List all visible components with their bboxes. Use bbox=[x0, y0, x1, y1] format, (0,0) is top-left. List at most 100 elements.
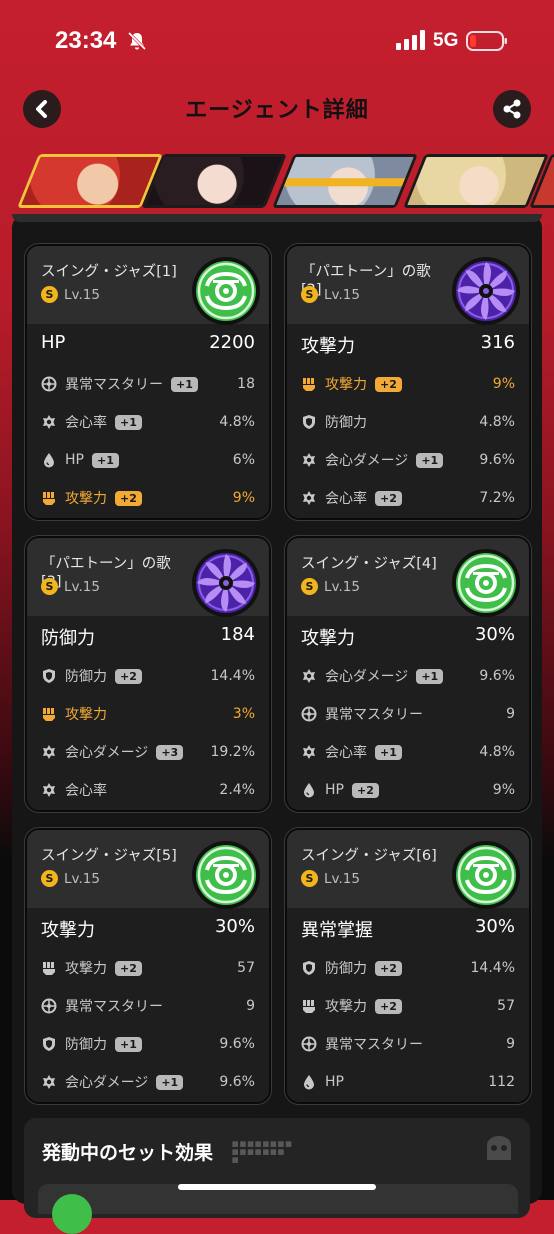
substat-row: 攻撃力 +2 9% bbox=[41, 486, 255, 510]
crit-icon bbox=[41, 414, 57, 430]
substat-roll-badge: +1 bbox=[416, 668, 444, 684]
substat-value: 9 bbox=[506, 1036, 515, 1052]
agent-avatar-2[interactable] bbox=[141, 154, 287, 208]
main-stat-value: 2200 bbox=[209, 332, 255, 353]
substat-row: 防御力 4.8% bbox=[301, 410, 515, 434]
disc-name: スイング・ジャズ[4] bbox=[301, 556, 437, 572]
substat-label: 防御力 bbox=[65, 1037, 107, 1053]
main-stat-label: 攻撃力 bbox=[41, 920, 95, 941]
atk-icon bbox=[41, 960, 57, 976]
substat-value: 4.8% bbox=[219, 414, 255, 430]
network-label: 5G bbox=[433, 30, 459, 51]
substat-roll-badge: +2 bbox=[375, 376, 402, 392]
main-stat-value: 30% bbox=[214, 916, 255, 937]
main-stat: 攻撃力 30% bbox=[301, 624, 515, 650]
anomaly-icon bbox=[41, 376, 57, 392]
main-stat-value: 30% bbox=[474, 624, 515, 645]
substat-roll-badge: +1 bbox=[416, 452, 444, 468]
hp-icon bbox=[41, 452, 57, 468]
disc-card-5[interactable]: スイング・ジャズ[5] S Lv.15 攻撃力 30% 攻撃力 +2 57 異常マスタリー 9 防御… bbox=[24, 827, 272, 1105]
substat-value: 6% bbox=[232, 452, 255, 468]
main-stat: 防御力 184 bbox=[41, 624, 255, 650]
substat-label: 攻撃力 bbox=[325, 377, 367, 393]
disc-card-1[interactable]: スイング・ジャズ[1] S Lv.15 HP 2200 異常マスタリー +1 18 会心率 +1 4… bbox=[24, 243, 272, 521]
main-stat-value: 184 bbox=[220, 624, 255, 645]
substat-label: 防御力 bbox=[65, 669, 107, 685]
anomaly-icon bbox=[41, 998, 57, 1014]
disc-card-2[interactable]: 「パエトーン」の歌[2]SLv.15攻撃力316攻撃力+29%防御力4.8%会心… bbox=[284, 243, 532, 521]
substat-value: 14.4% bbox=[210, 668, 255, 684]
main-stat: 攻撃力 30% bbox=[41, 916, 255, 942]
disc-name: スイング・ジャズ[5] bbox=[41, 848, 177, 864]
substat-label: 攻撃力 bbox=[65, 491, 107, 507]
swing-jazz-disc-icon bbox=[451, 840, 521, 910]
anomaly-icon bbox=[301, 1036, 317, 1052]
main-stat: 攻撃力 316 bbox=[301, 332, 515, 358]
disc-card-4[interactable]: スイング・ジャズ[4] S Lv.15 攻撃力 30% 会心ダメージ +1 9.6% 異常マスタ… bbox=[284, 535, 532, 813]
disc-card-3[interactable]: 「パエトーン」の歌[3]SLv.15防御力184防御力+214.4%攻撃力3%会… bbox=[24, 535, 272, 813]
rank-s-icon: S bbox=[41, 286, 58, 303]
substat-label: 会心率 bbox=[325, 491, 367, 507]
main-stat-label: 攻撃力 bbox=[301, 628, 355, 649]
substat-roll-badge: +1 bbox=[115, 1036, 142, 1052]
substat-value: 3% bbox=[232, 706, 255, 722]
substat-label: 会心ダメージ bbox=[325, 453, 409, 469]
signal-icon bbox=[396, 30, 425, 50]
substat-value: 9 bbox=[506, 706, 515, 722]
substat-row: 攻撃力 +2 9% bbox=[301, 372, 515, 396]
substat-roll-badge: +1 bbox=[115, 414, 142, 430]
substat-label: 異常マスタリー bbox=[65, 999, 163, 1015]
swing-jazz-disc-icon bbox=[191, 256, 261, 326]
substat-row: 会心率 +1 4.8% bbox=[41, 410, 255, 434]
substat-label: 異常マスタリー bbox=[325, 707, 423, 723]
main-stat: 異常掌握 30% bbox=[301, 916, 515, 942]
substat-row: HP +1 6% bbox=[41, 448, 255, 472]
agent-avatar-3[interactable] bbox=[272, 154, 418, 208]
substat-label: 会心ダメージ bbox=[65, 1075, 149, 1091]
substat-label: 攻撃力 bbox=[65, 707, 107, 723]
atk-icon bbox=[41, 706, 57, 722]
substat-label: 会心ダメージ bbox=[325, 669, 409, 685]
substat-row: HP 112 bbox=[301, 1070, 515, 1094]
substat-label: HP bbox=[65, 452, 84, 468]
substat-value: 57 bbox=[237, 960, 255, 976]
substat-value: 2.4% bbox=[219, 782, 255, 798]
substat-value: 9.6% bbox=[219, 1074, 255, 1090]
hp-icon bbox=[301, 782, 317, 798]
crit-icon bbox=[301, 744, 317, 760]
substat-value: 7.2% bbox=[479, 490, 515, 506]
substat-label: 攻撃力 bbox=[65, 961, 107, 977]
substat-value: 9.6% bbox=[479, 452, 515, 468]
substat-row: 会心ダメージ +3 19.2% bbox=[41, 740, 255, 764]
disc-level: S Lv.15 bbox=[301, 870, 360, 887]
substat-value: 112 bbox=[488, 1074, 515, 1090]
phaethon-disc-icon bbox=[451, 256, 521, 326]
def-icon bbox=[301, 414, 317, 430]
substat-row: 防御力 +1 9.6% bbox=[41, 1032, 255, 1056]
substat-value: 9% bbox=[492, 376, 515, 392]
set-disc-icon bbox=[52, 1194, 92, 1234]
substat-row: 攻撃力 +2 57 bbox=[301, 994, 515, 1018]
battery-icon bbox=[466, 31, 507, 51]
substat-label: 防御力 bbox=[325, 415, 367, 431]
main-stat-value: 30% bbox=[474, 916, 515, 937]
atk-icon bbox=[301, 376, 317, 392]
home-indicator[interactable] bbox=[178, 1184, 376, 1190]
page-title: エージェント詳細 bbox=[185, 98, 369, 123]
agent-avatar-4[interactable] bbox=[403, 154, 549, 208]
substat-roll-badge: +2 bbox=[115, 960, 142, 976]
def-icon bbox=[41, 1036, 57, 1052]
substat-roll-badge: +2 bbox=[115, 490, 142, 506]
set-effects-title: 発動中のセット効果 bbox=[42, 1142, 214, 1164]
bangboo-icon bbox=[487, 1136, 511, 1160]
disc-card-6[interactable]: スイング・ジャズ[6] S Lv.15 異常掌握 30% 防御力 +2 14.4% 攻撃力 +2 5… bbox=[284, 827, 532, 1105]
substat-row: 防御力 +2 14.4% bbox=[301, 956, 515, 980]
substat-label: 異常マスタリー bbox=[65, 377, 163, 393]
substat-label: 会心ダメージ bbox=[65, 745, 149, 761]
substat-row: 会心ダメージ +1 9.6% bbox=[41, 1070, 255, 1094]
share-button[interactable] bbox=[493, 90, 531, 128]
rank-s-icon: S bbox=[41, 578, 58, 595]
substat-roll-badge: +1 bbox=[91, 452, 119, 468]
agent-avatar-1[interactable] bbox=[17, 154, 163, 208]
crit-icon bbox=[301, 490, 317, 506]
